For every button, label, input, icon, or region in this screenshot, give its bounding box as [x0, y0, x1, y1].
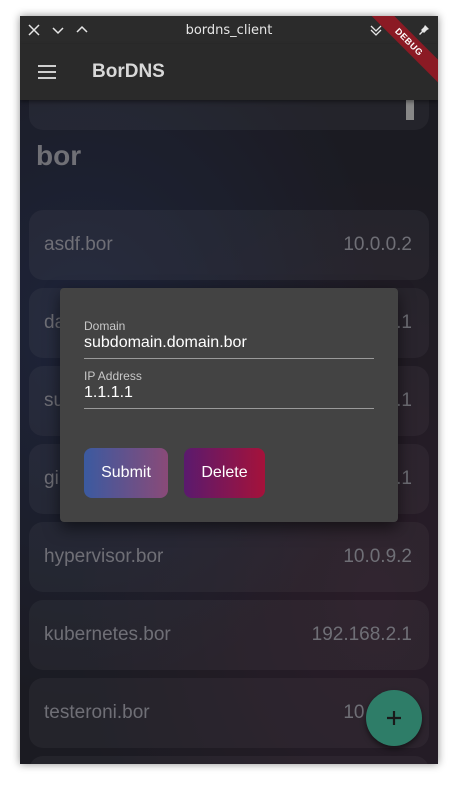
- app-title: BorDNS: [92, 61, 165, 82]
- delete-button[interactable]: Delete: [184, 448, 265, 498]
- ip-field[interactable]: IP Address 1.1.1.1: [84, 369, 374, 409]
- domain-field[interactable]: Domain subdomain.domain.bor: [84, 319, 374, 359]
- submit-button[interactable]: Submit: [84, 448, 168, 498]
- pin-icon[interactable]: [414, 20, 434, 40]
- domain-underline: [84, 358, 374, 359]
- ip-label: IP Address: [84, 369, 142, 383]
- plus-icon: [387, 711, 401, 725]
- domain-input[interactable]: subdomain.domain.bor: [84, 334, 374, 352]
- hamburger-menu-icon[interactable]: [34, 60, 62, 84]
- add-record-button[interactable]: [366, 690, 422, 746]
- app-bar: BorDNS: [20, 44, 438, 100]
- edit-record-dialog: Domain subdomain.domain.bor IP Address 1…: [60, 288, 398, 522]
- app-window: bordns_client BorDNS DEBUG bor asdf.bor …: [20, 16, 438, 764]
- domain-label: Domain: [84, 319, 126, 333]
- ip-input[interactable]: 1.1.1.1: [84, 384, 374, 402]
- ip-underline: [84, 408, 374, 409]
